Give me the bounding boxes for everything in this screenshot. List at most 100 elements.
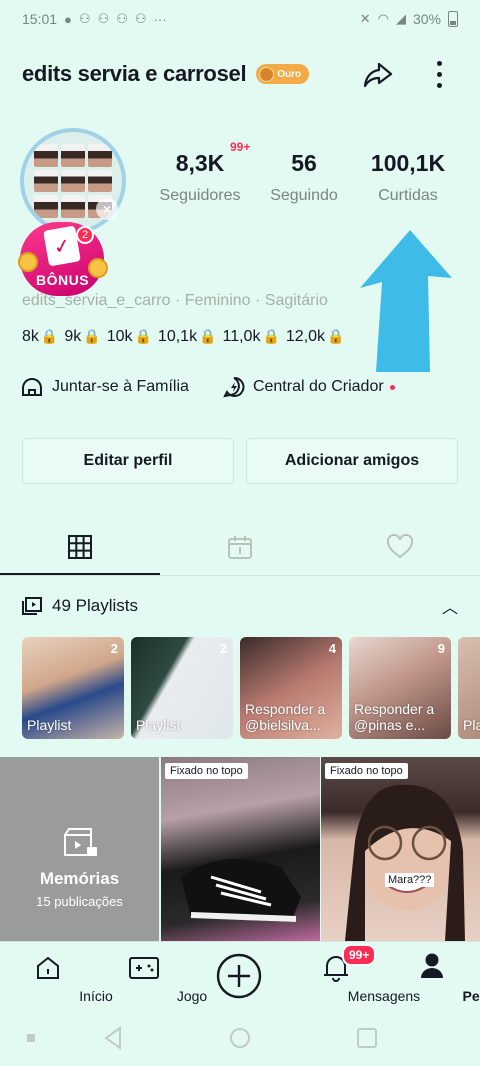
avatar-tile bbox=[61, 144, 85, 167]
playlist-title: Playlist bbox=[136, 717, 181, 733]
edit-profile-button[interactable]: Editar perfil bbox=[22, 438, 234, 484]
pinned-video[interactable]: Fixado no topo bbox=[161, 757, 320, 941]
avatar-tile bbox=[61, 195, 85, 218]
coin-icon bbox=[259, 66, 275, 82]
clapperboard-lock-icon bbox=[64, 828, 97, 856]
checklist-icon: ✓ bbox=[43, 225, 81, 267]
share-icon bbox=[363, 62, 393, 88]
playlist-item-count: 9 bbox=[437, 641, 445, 656]
recents-icon[interactable] bbox=[356, 1027, 378, 1049]
following-label: Seguindo bbox=[270, 187, 338, 204]
avatar-tile bbox=[34, 144, 58, 167]
playlist-card[interactable]: 2 Playlist bbox=[131, 637, 233, 739]
milestone-value: 11,0k bbox=[222, 328, 261, 345]
avatar-tile bbox=[61, 169, 85, 193]
video-thumbnail bbox=[181, 859, 301, 922]
lock-icon: 🔒 bbox=[134, 328, 152, 344]
milestone-value: 12,0k bbox=[285, 328, 326, 345]
add-friends-button[interactable]: Adicionar amigos bbox=[246, 438, 458, 484]
back-icon[interactable] bbox=[102, 1026, 124, 1050]
lock-icon: 🔒 bbox=[262, 328, 280, 344]
wifi-icon: ◠ bbox=[377, 11, 389, 26]
playlist-card[interactable]: Pla bbox=[458, 637, 480, 739]
bonus-button[interactable]: ✓ 2 BÔNUS bbox=[18, 222, 108, 296]
playlist-card[interactable]: 4 Responder a @bielsilva... bbox=[240, 637, 342, 739]
join-family-link[interactable]: Juntar-se à Família bbox=[20, 376, 189, 398]
playlist-item-count: 4 bbox=[328, 641, 336, 656]
calendar-lock-icon bbox=[228, 536, 252, 559]
followers-count: 8,3K bbox=[175, 150, 225, 176]
video-grid: Memórias 15 publicações Fixado no topo F… bbox=[0, 757, 480, 941]
battery-icon bbox=[448, 11, 458, 27]
more-notifications-icon: ··· bbox=[153, 11, 167, 27]
create-button[interactable] bbox=[192, 942, 288, 1012]
coin-icon bbox=[88, 258, 108, 278]
notification-dot bbox=[389, 384, 395, 390]
milestones-row: 8k 🔒 9k 🔒 10k 🔒 10,1k 🔒 11,0k 🔒 12,0k 🔒 bbox=[22, 328, 348, 346]
bonus-label: BÔNUS bbox=[36, 272, 90, 288]
status-bar: 15:01 ● ⚇ ⚇ ⚇ ⚇ ··· ✕ ◠ ◢ 30% bbox=[0, 0, 480, 38]
signal-icon: ◢ bbox=[395, 11, 406, 26]
active-tab-indicator bbox=[0, 573, 160, 575]
memories-card[interactable]: Memórias 15 publicações bbox=[0, 757, 159, 941]
coin-icon bbox=[18, 252, 38, 272]
avatar-tile bbox=[88, 144, 112, 167]
nav-profile-label: Perfil bbox=[462, 988, 480, 1004]
chevron-up-icon[interactable]: ︿ bbox=[442, 594, 458, 618]
share-button[interactable] bbox=[360, 56, 396, 92]
playlists-header[interactable]: 49 Playlists ︿ bbox=[22, 592, 458, 620]
mute-icon: ✕ bbox=[359, 11, 371, 26]
home-circle-icon[interactable] bbox=[229, 1027, 251, 1049]
messages-badge: 99+ bbox=[342, 944, 377, 966]
likes-count: 100,1K bbox=[370, 150, 446, 176]
playlist-title: Responder a @pinas e... bbox=[354, 701, 435, 733]
system-navigation bbox=[0, 1012, 480, 1066]
lock-icon: 🔒 bbox=[40, 328, 59, 344]
playlist-card[interactable]: 2 Playlist bbox=[22, 637, 124, 739]
nav-home[interactable]: Início bbox=[0, 942, 113, 1012]
followers-stat[interactable]: 8,3K Seguidores 99+ bbox=[140, 140, 260, 205]
battery-percent: 30% bbox=[412, 11, 441, 27]
close-icon[interactable]: × bbox=[96, 198, 118, 220]
creator-center-label: Central do Criador bbox=[252, 378, 384, 395]
bonus-count-badge: 2 bbox=[76, 226, 94, 244]
family-icon bbox=[22, 378, 42, 396]
home-icon bbox=[37, 956, 59, 979]
avatar-tile bbox=[34, 169, 58, 193]
nav-game[interactable]: Jogo bbox=[96, 942, 207, 1012]
dot bbox=[436, 60, 442, 66]
profile-links: Juntar-se à Família Central do Criador bbox=[20, 374, 480, 400]
gold-badge-label: Ouro bbox=[277, 68, 302, 80]
person-icon bbox=[421, 953, 443, 978]
pinned-video[interactable]: Fixado no topo Mara??? bbox=[321, 757, 480, 941]
content-tabs bbox=[0, 518, 480, 576]
status-time: 15:01 bbox=[22, 11, 58, 27]
plus-icon bbox=[216, 953, 262, 999]
likes-stat[interactable]: 100,1K Curtidas bbox=[358, 150, 458, 205]
tab-private[interactable] bbox=[160, 518, 320, 576]
tab-videos[interactable] bbox=[0, 518, 160, 576]
nav-profile[interactable]: Perfil bbox=[384, 942, 480, 1012]
join-family-label: Juntar-se à Família bbox=[52, 378, 189, 395]
tab-liked[interactable] bbox=[320, 518, 480, 576]
memories-subtitle: 15 publicações bbox=[36, 894, 123, 909]
playlist-title: Pla bbox=[463, 717, 480, 733]
arrow-up-annotation bbox=[360, 230, 452, 372]
playlist-title: Playlist bbox=[27, 717, 72, 733]
playlist-card[interactable]: 9 Responder a @pinas e... bbox=[349, 637, 451, 739]
creator-center-link[interactable]: Central do Criador bbox=[223, 376, 395, 398]
avatar-tile bbox=[88, 169, 112, 193]
playlist-item-count: 2 bbox=[110, 641, 118, 656]
playlists-count-label: 49 Playlists bbox=[52, 596, 138, 615]
pinned-label: Fixado no topo bbox=[165, 763, 248, 779]
menu-indicator-icon bbox=[27, 1034, 35, 1042]
bottom-navigation: Início Jogo Mensagens Perfil bbox=[0, 941, 480, 1011]
playlist-title: Responder a @bielsilva... bbox=[245, 701, 326, 733]
gold-badge[interactable]: Ouro bbox=[256, 64, 310, 84]
more-options-button[interactable] bbox=[428, 56, 450, 92]
following-stat[interactable]: 56 Seguindo bbox=[258, 150, 350, 205]
playlist-icon bbox=[22, 597, 42, 615]
grid-icon bbox=[68, 535, 92, 559]
following-count: 56 bbox=[291, 150, 317, 176]
milestone-value: 10k bbox=[106, 328, 133, 345]
